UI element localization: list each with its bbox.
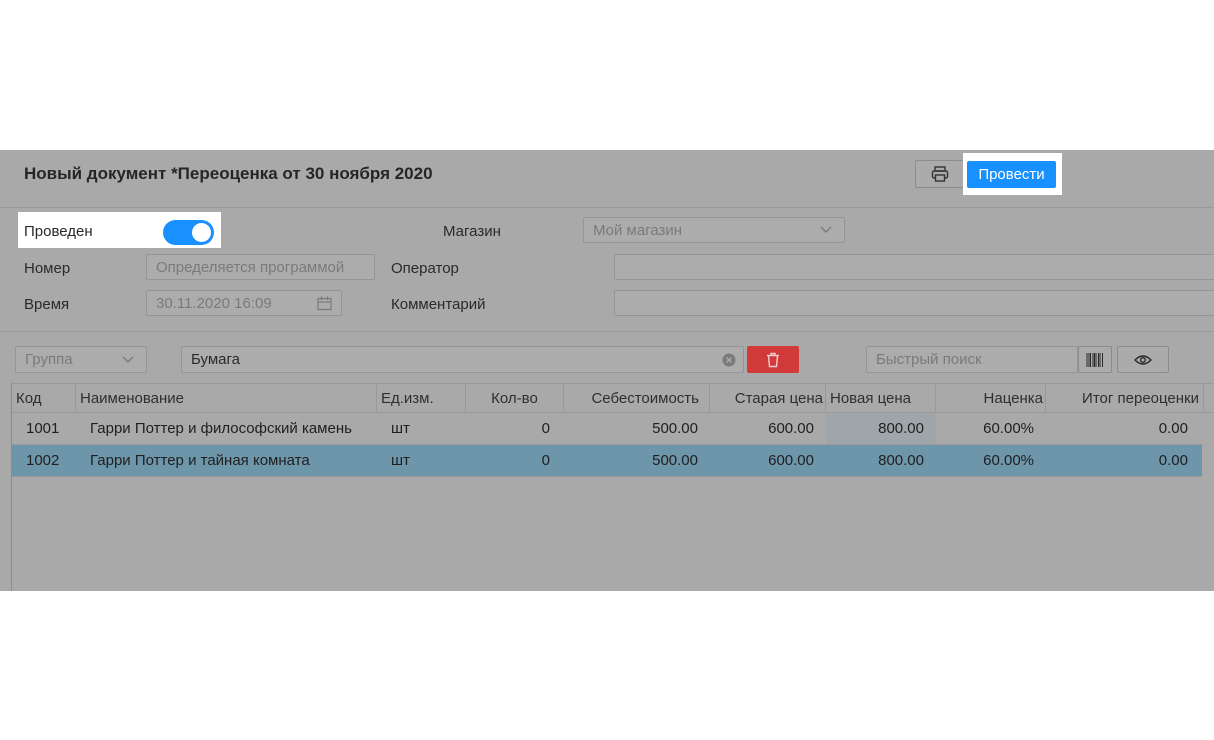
cell-total: 0.00 [1158,452,1188,469]
page-title: Новый документ *Переоценка от 30 ноября … [24,164,433,183]
delete-button[interactable] [747,346,799,373]
time-label: Время [24,296,70,313]
trash-icon [767,352,779,367]
col-old-price[interactable]: Старая цена [710,384,826,413]
cell-code: 1001 [26,420,60,437]
divider [0,207,1214,208]
quick-search-input[interactable]: Быстрый поиск [866,346,1078,373]
quick-search-placeholder: Быстрый поиск [876,351,982,368]
comment-field[interactable] [614,290,1214,316]
table-row[interactable]: 1001 Гарри Поттер и философский камень ш… [12,413,1202,445]
col-cost[interactable]: Себестоимость [564,384,710,413]
table-header: Код Наименование Ед.изм. Кол-во Себестои… [12,383,1214,413]
col-unit[interactable]: Ед.изм. [377,384,466,413]
operator-field[interactable] [614,254,1214,280]
cell-qty: 0 [541,420,550,437]
items-table: Код Наименование Ед.изм. Кол-во Себестои… [11,383,1214,591]
store-select[interactable]: Мой магазин [583,217,845,243]
col-new-price[interactable]: Новая цена [826,384,936,413]
col-markup[interactable]: Наценка [936,384,1046,413]
calendar-icon [317,296,332,311]
cell-new-price[interactable]: 800.00 [826,445,936,476]
document-panel: Новый документ *Переоценка от 30 ноября … [0,150,1214,591]
printer-icon [931,166,949,182]
comment-label: Комментарий [391,296,486,313]
posted-toggle[interactable] [163,220,214,245]
cell-old-price: 600.00 [768,420,814,437]
toggle-knob [192,223,211,242]
cell-cost: 500.00 [652,452,698,469]
number-placeholder: Определяется программой [156,258,345,276]
operator-label: Оператор [391,260,459,277]
number-field[interactable]: Определяется программой [146,254,375,280]
table-row-selected[interactable]: 1002 Гарри Поттер и тайная комната шт 0 … [12,445,1202,477]
cell-markup: 60.00% [983,452,1034,469]
post-button[interactable]: Провести [967,161,1056,188]
eye-icon [1134,354,1152,365]
cell-total: 0.00 [1158,420,1188,437]
cell-cost: 500.00 [652,420,698,437]
cell-qty: 0 [541,452,550,469]
cell-old-price: 600.00 [768,452,814,469]
number-label: Номер [24,260,71,277]
col-code[interactable]: Код [12,384,76,413]
posted-label: Проведен [24,223,93,240]
chevron-down-icon [820,226,832,233]
print-button[interactable] [915,160,965,188]
cell-name: Гарри Поттер и тайная комната [90,452,310,469]
divider [0,331,1214,332]
time-field[interactable]: 30.11.2020 16:09 [146,290,342,316]
visibility-button[interactable] [1117,346,1169,373]
cell-markup: 60.00% [983,420,1034,437]
cell-new-price[interactable]: 800.00 [826,413,936,444]
clear-icon[interactable] [722,353,736,367]
group-select[interactable]: Группа [15,346,147,373]
cell-name: Гарри Поттер и философский камень [90,420,352,437]
col-qty[interactable]: Кол-во [466,384,564,413]
barcode-button[interactable] [1078,346,1112,373]
cell-code: 1002 [26,452,60,469]
store-value: Мой магазин [593,221,683,239]
col-name[interactable]: Наименование [76,384,377,413]
group-placeholder: Группа [25,351,73,368]
store-label: Магазин [443,223,501,240]
filter-value: Бумага [191,351,240,368]
barcode-icon [1086,352,1103,367]
cell-unit: шт [391,420,410,437]
cell-unit: шт [391,452,410,469]
time-value: 30.11.2020 16:09 [156,294,272,312]
col-total[interactable]: Итог переоценки [1046,384,1204,413]
filter-input[interactable]: Бумага [181,346,744,373]
chevron-down-icon [122,356,134,363]
